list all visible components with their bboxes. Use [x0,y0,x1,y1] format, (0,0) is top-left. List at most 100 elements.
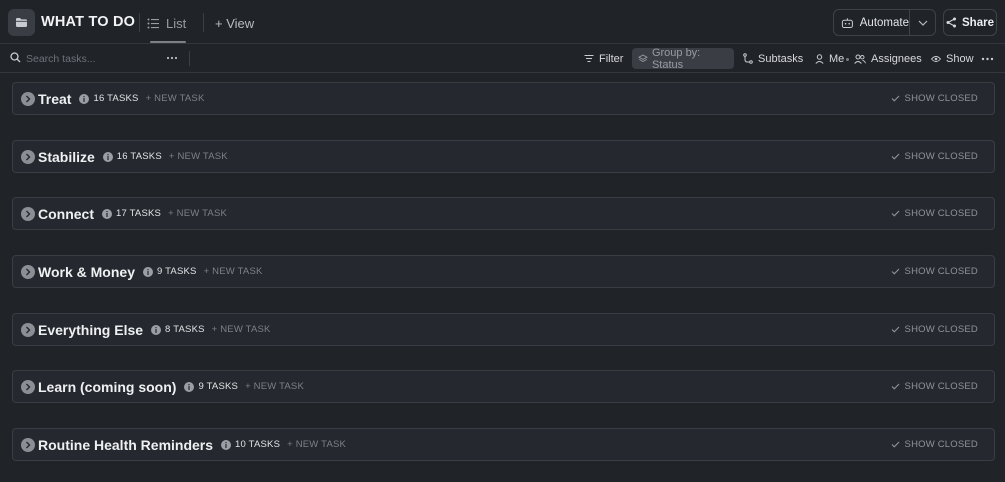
new-task-button[interactable]: + NEW TASK [169,151,228,162]
automate-button[interactable]: Automate [834,10,910,35]
show-closed-button[interactable]: SHOW CLOSED [891,141,978,172]
show-closed-button[interactable]: SHOW CLOSED [891,198,978,229]
group-collapse-toggle[interactable] [21,438,35,452]
automate-dropdown-button[interactable] [910,10,935,35]
group-collapse-toggle[interactable] [21,92,35,106]
layers-icon [638,54,648,62]
robot-icon [841,17,853,28]
header-divider [203,13,204,32]
subtasks-icon [743,53,753,64]
task-count: 9 TASKS [198,381,239,392]
task-count: 16 TASKS [116,151,162,162]
share-label: Share [962,16,994,29]
group-collapse-toggle[interactable] [21,323,35,337]
new-task-button[interactable]: + NEW TASK [287,439,346,450]
task-count: 8 TASKS [165,324,205,335]
new-task-button[interactable]: + NEW TASK [204,266,263,277]
toolbar-divider [189,51,190,66]
info-icon[interactable] [221,439,232,450]
check-icon [891,268,899,275]
status-group: Learn (coming soon) 9 TASKS + NEW TASK S… [12,370,995,403]
chevron-right-icon [26,326,31,334]
page-title: WHAT TO DO [41,14,136,30]
share-button[interactable]: Share [943,9,997,36]
subtasks-button[interactable]: Subtasks [743,50,803,67]
active-tab-indicator [150,41,186,43]
check-icon [891,326,899,333]
show-closed-button[interactable]: SHOW CLOSED [891,314,978,345]
group-name: Work & Money [38,263,135,280]
separator-dot [846,58,849,61]
group-by-button[interactable]: Group by: Status [632,46,734,71]
tab-list-view[interactable]: List [147,13,186,33]
group-name: Connect [38,205,94,222]
folder-button[interactable] [8,9,35,36]
chevron-right-icon [26,210,31,218]
group-by-label: Group by: Status [651,46,701,71]
chevron-right-icon [26,153,31,161]
group-name: Learn (coming soon) [38,378,177,395]
show-closed-button[interactable]: SHOW CLOSED [891,256,978,287]
show-label: Show [946,52,974,65]
filter-label: Filter [599,52,624,65]
check-icon [891,153,899,160]
group-collapse-toggle[interactable] [21,265,35,279]
group-collapse-toggle[interactable] [21,150,35,164]
group-name: Treat [38,90,72,107]
show-closed-label: SHOW CLOSED [904,208,978,219]
tab-list-label: List [166,15,187,31]
check-icon [891,441,899,448]
info-icon[interactable] [184,381,195,392]
show-closed-button[interactable]: SHOW CLOSED [891,371,978,402]
status-group: Connect 17 TASKS + NEW TASK SHOW CLOSED [12,197,995,230]
me-filter-button[interactable]: Me [815,50,844,67]
info-icon[interactable] [102,208,112,219]
show-closed-label: SHOW CLOSED [904,439,978,450]
show-button[interactable]: Show [931,50,974,67]
folder-icon [16,18,27,27]
info-icon[interactable] [151,324,162,335]
automate-button-group: Automate [833,9,936,36]
assignees-label: Assignees [871,52,922,65]
check-icon [891,383,899,390]
share-icon [946,17,957,28]
chevron-right-icon [26,441,31,449]
assignees-button[interactable]: Assignees [854,50,922,67]
eye-icon [931,55,941,62]
group-name: Stabilize [38,148,95,165]
search-icon [10,52,21,63]
header-divider [139,13,140,32]
show-closed-button[interactable]: SHOW CLOSED [891,429,978,460]
new-task-button[interactable]: + NEW TASK [212,324,271,335]
filter-button[interactable]: Filter [584,50,623,67]
show-closed-label: SHOW CLOSED [904,151,978,162]
check-icon [891,210,899,217]
group-name: Everything Else [38,321,144,338]
info-icon[interactable] [79,93,90,104]
group-collapse-toggle[interactable] [21,380,35,394]
search-input[interactable] [26,50,156,67]
info-icon[interactable] [102,151,113,162]
users-icon [854,54,866,64]
add-view-label: + View [215,15,255,31]
check-icon [891,95,899,102]
group-name: Routine Health Reminders [38,436,214,453]
new-task-button[interactable]: + NEW TASK [245,381,304,392]
new-task-button[interactable]: + NEW TASK [168,208,227,219]
task-count: 10 TASKS [235,439,281,450]
show-closed-button[interactable]: SHOW CLOSED [891,83,978,114]
info-icon[interactable] [142,266,153,277]
more-options-icon[interactable] [166,52,178,64]
new-task-button[interactable]: + NEW TASK [146,93,205,104]
toolbar: Filter Group by: Status Subtasks Me [0,44,1005,73]
me-label: Me [829,52,845,65]
list-icon [147,18,159,28]
filter-icon [584,55,594,62]
task-count: 16 TASKS [93,93,139,104]
more-options-icon[interactable] [981,53,994,65]
add-view-button[interactable]: + View [215,13,254,33]
task-count: 9 TASKS [156,266,197,277]
status-group: Everything Else 8 TASKS + NEW TASK SHOW … [12,313,995,346]
chevron-right-icon [26,383,31,391]
group-collapse-toggle[interactable] [21,207,35,221]
